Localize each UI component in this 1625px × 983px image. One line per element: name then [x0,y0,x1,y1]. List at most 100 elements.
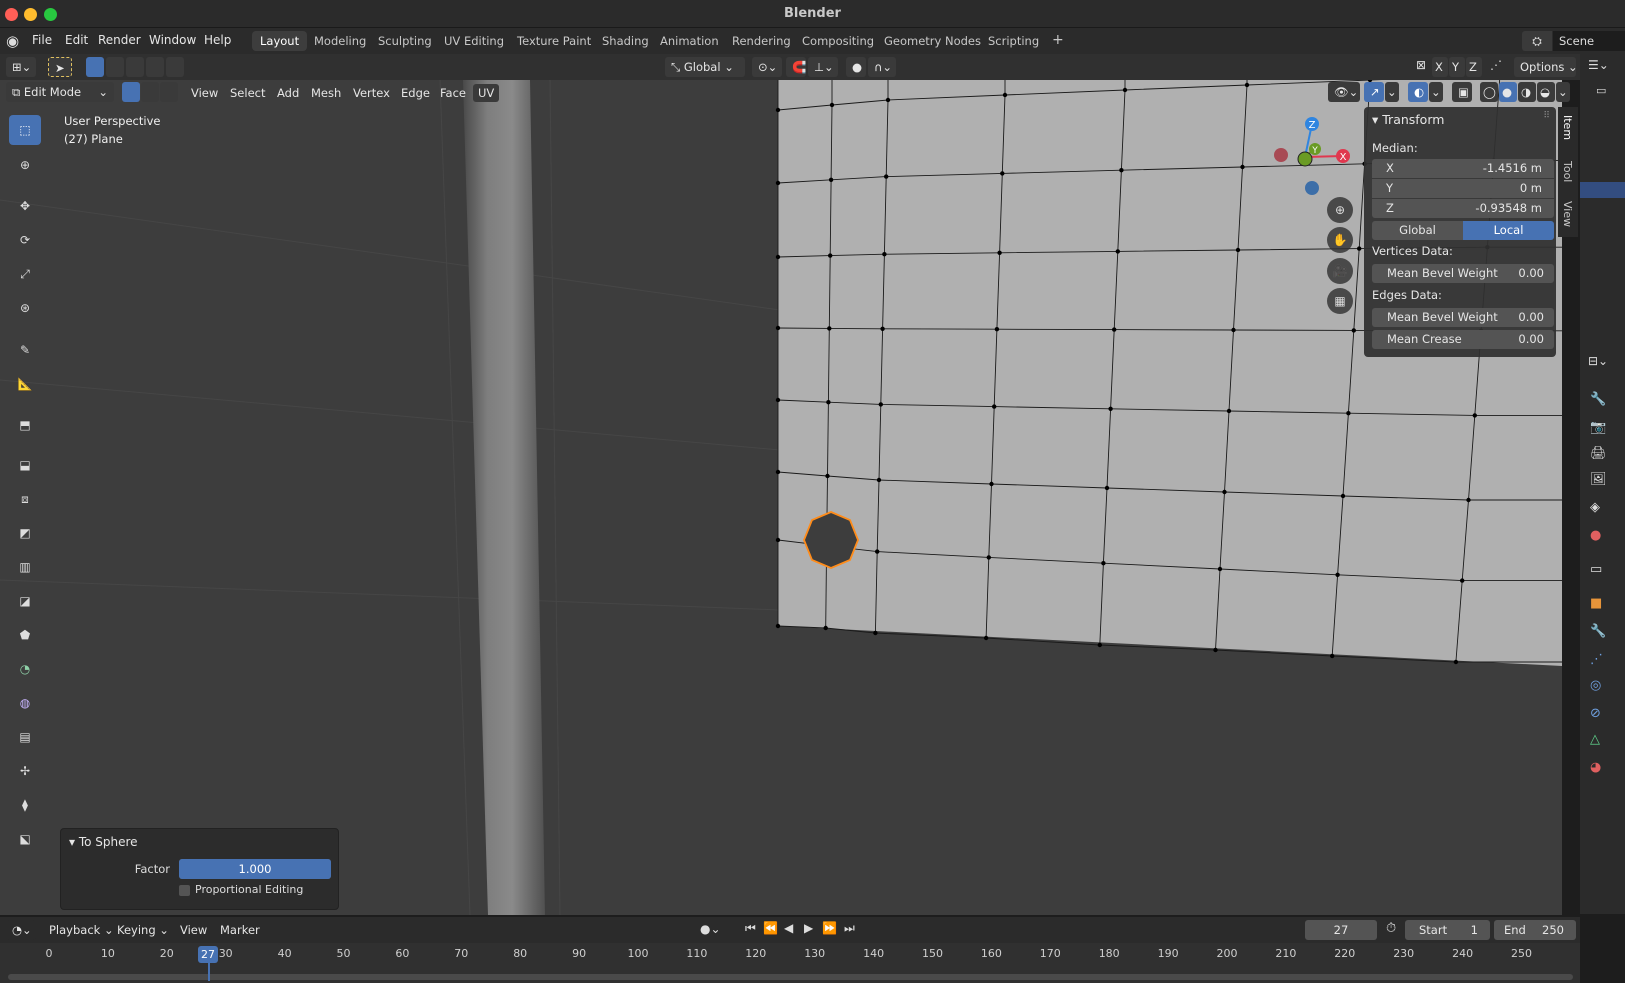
blender-logo-icon[interactable]: ◉ [6,32,19,50]
tool-properties-icon[interactable]: 🔧 [1590,392,1606,407]
mesh-vertex[interactable] [1112,327,1117,332]
edge-select-mode-button[interactable] [141,82,159,102]
face-select-mode-button[interactable] [160,82,178,102]
mesh-vertex[interactable] [989,481,994,487]
proportional-edit-icon[interactable]: ● [846,57,866,77]
mesh-vertex[interactable] [825,473,830,479]
menu-face[interactable]: Face [435,84,471,102]
mesh-vertex[interactable] [1217,566,1223,572]
factor-slider[interactable]: 1.000 [179,859,331,879]
transform-tool-icon[interactable]: ⊛ [9,293,41,323]
vertex-select-mode-button[interactable] [122,82,140,102]
mesh-vertex[interactable] [1466,497,1471,503]
mesh-vertex[interactable] [775,537,781,543]
mesh-vertex[interactable] [823,625,828,631]
cursor-tool-icon[interactable]: ⊕ [9,150,41,180]
edge-slide-tool-icon[interactable]: ▤ [9,722,41,752]
auto-keying-icon[interactable]: ●⌄ [700,922,721,936]
neg-x-axis-handle[interactable] [1274,148,1288,162]
start-frame-field[interactable]: Start 1 [1405,920,1490,940]
editor-type-button[interactable]: ⊞⌄ [6,57,36,77]
tab-uv-editing[interactable]: UV Editing [436,31,512,51]
bevel-tool-icon[interactable]: ◩ [9,518,41,548]
tab-modeling[interactable]: Modeling [306,31,374,51]
shading-dropdown[interactable]: ⌄ [1556,82,1570,102]
select-mode-new-icon[interactable] [86,57,104,77]
constraints-properties-icon[interactable]: ⊘ [1590,706,1601,721]
falloff-dropdown[interactable]: ∩⌄ [868,57,896,77]
mesh-vertex[interactable] [1357,246,1362,251]
material-properties-icon[interactable]: ◕ [1590,760,1601,775]
scene-properties-icon[interactable]: ◈ [1590,500,1600,515]
median-z-field[interactable]: Z -0.93548 m [1372,199,1554,218]
mesh-vertex[interactable] [1340,493,1346,499]
tab-tool[interactable]: Tool [1561,161,1574,182]
mesh-vertex[interactable] [1330,653,1335,659]
menu-vertex[interactable]: Vertex [348,84,395,102]
global-toggle-button[interactable]: Global [1372,221,1463,240]
mesh-vertex[interactable] [828,253,833,258]
median-x-field[interactable]: X -1.4516 m [1372,159,1554,178]
timer-icon[interactable]: ⏱ [1386,921,1396,936]
transform-section-header[interactable]: ▾ Transform [1372,112,1444,127]
smooth-tool-icon[interactable]: ◍ [9,688,41,718]
modifier-properties-icon[interactable]: 🔧 [1590,624,1606,639]
mesh-vertex[interactable] [983,635,989,641]
menu-uv[interactable]: UV [473,84,500,102]
select-box-tool-icon[interactable]: ⬚ [9,115,41,145]
mesh-vertex[interactable] [873,630,878,636]
add-workspace-button[interactable]: + [1044,29,1072,49]
poly-build-tool-icon[interactable]: ⬟ [9,620,41,650]
mesh-vertex[interactable] [828,177,834,182]
mesh-vertex[interactable] [1460,578,1465,583]
wireframe-shading-button[interactable]: ◯ [1480,82,1498,102]
menu-marker[interactable]: Marker [215,921,265,939]
snap-target-dropdown[interactable]: ⊥⌄ [808,57,838,77]
mode-dropdown[interactable]: ⧉ Edit Mode ⌄ [6,82,114,102]
shear-tool-icon[interactable]: ⧫ [9,790,41,820]
median-y-field[interactable]: Y 0 m [1372,179,1554,198]
next-keyframe-icon[interactable]: ⏩ [822,921,837,935]
mesh-vertex[interactable] [1104,485,1110,491]
mesh-vertex[interactable] [986,555,991,560]
outliner-row-highlight[interactable] [1580,182,1625,198]
selected-circle-hole[interactable] [803,511,859,569]
move-tool-icon[interactable]: ✥ [9,191,41,221]
redo-panel-header[interactable]: ▾ To Sphere [69,835,138,849]
gizmo-dropdown[interactable]: ⌄ [1385,82,1399,102]
menu-keying[interactable]: Keying ⌄ [112,921,174,939]
zoom-icon[interactable]: ⊕ [1327,197,1353,223]
rip-tool-icon[interactable]: ⬕ [9,824,41,854]
inset-tool-icon[interactable]: ⧈ [9,484,41,514]
mesh-vertex[interactable] [1335,572,1340,577]
mesh-vertex[interactable] [1346,411,1351,416]
tab-shading[interactable]: Shading [594,31,657,51]
prev-keyframe-icon[interactable]: ⏪ [763,921,778,935]
rendered-shading-button[interactable]: ◒ [1537,82,1555,102]
output-properties-icon[interactable]: 🖨 [1590,446,1607,461]
overlays-toggle-button[interactable]: ◐ [1408,82,1428,102]
auto-merge-icon[interactable]: ⋰ [1490,58,1502,72]
mesh-vertex[interactable] [1240,164,1245,170]
pan-hand-icon[interactable]: ✋ [1327,227,1353,253]
tab-compositing[interactable]: Compositing [794,31,882,51]
mesh-vertex[interactable] [775,325,781,331]
menu-view[interactable]: View [186,84,223,102]
mirror-icon[interactable]: ⊠ [1416,58,1426,72]
menu-window[interactable]: Window [149,33,196,47]
select-mode-intersect-icon[interactable] [166,57,184,77]
scale-tool-icon[interactable]: ⤢ [9,259,41,289]
menu-mesh[interactable]: Mesh [306,84,346,102]
outliner-editor-type-icon[interactable]: ☰⌄ [1588,58,1609,72]
mesh-vertex[interactable] [827,326,832,331]
mesh-vertex[interactable] [826,400,831,405]
particles-properties-icon[interactable]: ⋰ [1590,652,1603,667]
tab-layout[interactable]: Layout [252,31,308,51]
menu-select[interactable]: Select [225,84,270,102]
scene-name-field[interactable]: Scene [1553,31,1625,51]
panel-grip-icon[interactable]: ⠿ [1543,111,1550,121]
mesh-vertex[interactable] [1226,408,1232,414]
current-frame-field[interactable]: 27 [1305,920,1377,940]
mesh-vertex[interactable] [880,326,885,331]
mesh-vertex[interactable] [1000,171,1005,176]
